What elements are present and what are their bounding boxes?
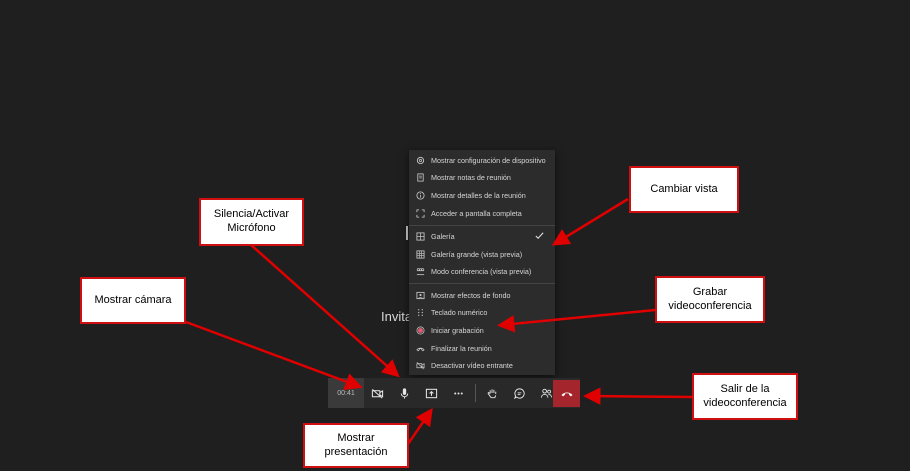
arrow-presentacion [406, 407, 433, 445]
meeting-placeholder-text: Invita [381, 309, 409, 324]
more-icon [454, 391, 463, 395]
cursor-mark [406, 226, 408, 240]
arrow-microfono [249, 243, 400, 378]
callout-salir: Salir de la videoconferencia [692, 373, 798, 420]
menu-item-label: Mostrar configuración de dispositivo [431, 156, 546, 165]
microphone-toggle-button[interactable] [391, 378, 418, 408]
callout-label-line2: presentación [324, 445, 388, 458]
camera-off-icon [371, 388, 384, 399]
menu-item-meeting-notes[interactable]: Mostrar notas de reunión [409, 169, 555, 186]
callout-label: Mostrar cámara [94, 293, 172, 306]
large-gallery-icon [416, 250, 425, 259]
call-timer: 00:41 [328, 378, 364, 408]
callout-presentacion: Mostrar presentación [303, 423, 409, 468]
menu-item-keypad[interactable]: Teclado numérico [409, 304, 555, 321]
microphone-icon [400, 387, 409, 399]
gear-icon [416, 156, 425, 165]
participants-icon [540, 388, 553, 398]
callout-label-line2: videoconferencia [703, 396, 787, 409]
callout-label-line2: Micrófono [227, 222, 276, 234]
share-screen-button[interactable] [418, 378, 445, 408]
share-screen-icon [425, 388, 438, 398]
menu-divider [409, 225, 555, 226]
menu-item-fullscreen[interactable]: Acceder a pantalla completa [409, 205, 555, 222]
toolbar-divider [475, 384, 476, 402]
menu-item-label: Galería grande (vista previa) [431, 250, 523, 259]
menu-item-device-settings[interactable]: Mostrar configuración de dispositivo [409, 152, 555, 169]
callout-silencia-microfono: Silencia/Activar Micrófono [199, 198, 304, 246]
menu-item-label: Finalizar la reunión [431, 344, 492, 353]
menu-item-label: Modo conferencia (vista previa) [431, 267, 532, 276]
menu-item-label: Mostrar efectos de fondo [431, 291, 511, 300]
callout-grabar: Grabar videoconferencia [655, 276, 765, 323]
meeting-toolbar: 00:41 [328, 378, 580, 408]
conference-mode-icon [416, 267, 425, 276]
record-icon [416, 326, 425, 335]
menu-item-start-recording[interactable]: Iniciar grabación [409, 322, 555, 339]
more-options-button[interactable] [445, 378, 472, 408]
raise-hand-button[interactable] [479, 378, 506, 408]
chat-icon [513, 387, 525, 399]
arrow-camara [185, 320, 363, 390]
menu-item-label: Mostrar notas de reunión [431, 173, 511, 182]
menu-item-disable-incoming-video[interactable]: Desactivar vídeo entrante [409, 357, 555, 374]
notes-icon [416, 173, 425, 182]
gallery-icon [416, 232, 425, 241]
end-call-icon [416, 344, 425, 353]
background-effects-icon [416, 291, 425, 300]
callout-label-line1: Grabar [692, 285, 728, 298]
arrow-salir [583, 387, 693, 405]
menu-item-end-meeting[interactable]: Finalizar la reunión [409, 340, 555, 357]
callout-label-line2: videoconferencia [668, 299, 752, 312]
menu-item-conference-mode[interactable]: Modo conferencia (vista previa) [409, 263, 555, 280]
callout-label: Cambiar vista [650, 182, 718, 195]
hang-up-icon [561, 392, 572, 396]
camera-toggle-button[interactable] [364, 378, 391, 408]
callout-label-line1: Salir de la [720, 382, 770, 395]
menu-item-label: Desactivar vídeo entrante [431, 361, 513, 370]
checkmark-icon [535, 232, 544, 240]
menu-item-large-gallery[interactable]: Galería grande (vista previa) [409, 246, 555, 263]
callout-label-line1: Silencia/Activar [213, 208, 290, 221]
menu-item-label: Mostrar detalles de la reunión [431, 191, 526, 200]
keypad-icon [416, 308, 425, 317]
menu-item-gallery[interactable]: Galería [409, 228, 555, 245]
fullscreen-icon [416, 209, 425, 218]
callout-cambiar-vista: Cambiar vista [629, 166, 739, 213]
arrow-cambiar-vista [551, 197, 629, 246]
menu-item-background-effects[interactable]: Mostrar efectos de fondo [409, 287, 555, 304]
video-off-icon [416, 361, 425, 370]
menu-item-label: Galería [431, 232, 455, 241]
hang-up-button[interactable] [553, 380, 580, 407]
raise-hand-icon [487, 388, 497, 398]
more-options-menu: Mostrar configuración de dispositivo Mos… [409, 150, 555, 375]
menu-item-label: Acceder a pantalla completa [431, 209, 522, 218]
menu-divider [409, 283, 555, 284]
menu-item-label: Iniciar grabación [431, 326, 484, 335]
chat-button[interactable] [506, 378, 533, 408]
callout-label-line1: Mostrar [337, 431, 375, 444]
menu-item-label: Teclado numérico [431, 308, 488, 317]
callout-mostrar-camara: Mostrar cámara [80, 277, 186, 324]
menu-item-meeting-details[interactable]: Mostrar detalles de la reunión [409, 187, 555, 204]
info-icon [416, 191, 425, 200]
